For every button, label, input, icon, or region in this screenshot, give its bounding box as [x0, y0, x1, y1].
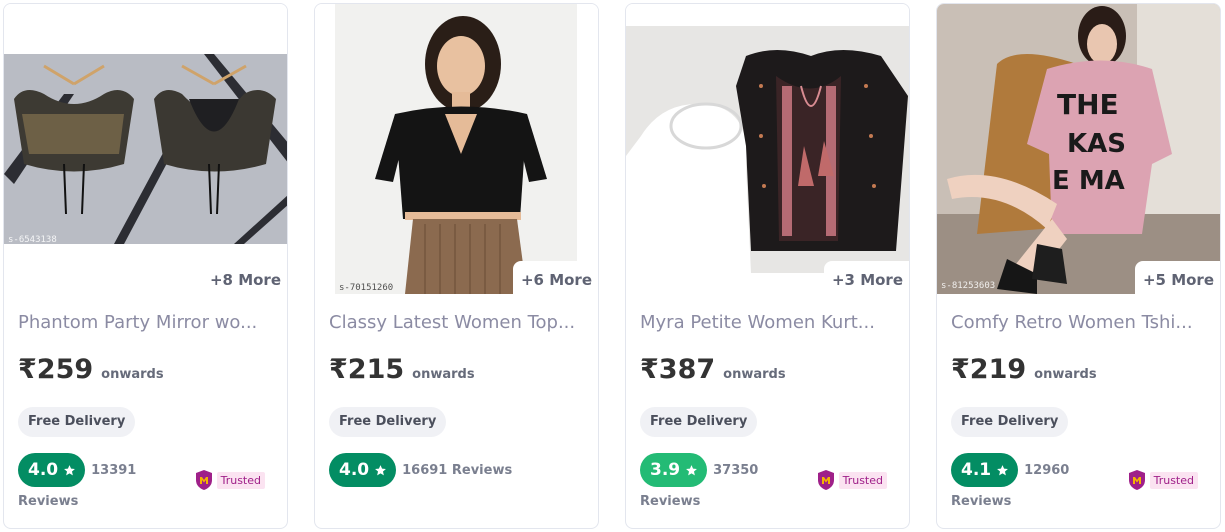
product-title[interactable]: Comfy Retro Women Tshi...: [951, 312, 1209, 333]
reviews-label: Reviews: [18, 494, 79, 509]
rating-badge: 4.0: [18, 453, 86, 487]
review-count: 12960: [1024, 462, 1070, 478]
price-row: ₹219 onwards: [951, 354, 1097, 385]
product-card[interactable]: s-49340999 +3 More Myra Petite Women Kur…: [625, 3, 910, 529]
product-title[interactable]: Myra Petite Women Kurt...: [640, 312, 898, 333]
price-row: ₹215 onwards: [329, 354, 475, 385]
svg-text:E MA: E MA: [1052, 166, 1125, 196]
review-count: 37350: [713, 462, 759, 478]
product-image[interactable]: [4, 54, 287, 244]
product-card[interactable]: s-70151260 +6 More Classy Latest Women T…: [314, 3, 599, 529]
price-row: ₹259 onwards: [18, 354, 164, 385]
price-row: ₹387 onwards: [640, 354, 786, 385]
more-variants-badge[interactable]: +5 More: [1134, 261, 1220, 297]
reviews-label: Reviews: [640, 494, 701, 509]
product-sku: s-81253603: [941, 281, 996, 291]
star-icon: [686, 464, 698, 475]
review-count: 16691 Reviews: [402, 462, 513, 478]
more-variants-badge[interactable]: +3 More: [823, 261, 909, 297]
free-delivery-badge: Free Delivery: [18, 407, 136, 437]
trusted-label: Trusted: [1149, 471, 1198, 489]
price-onwards-label: onwards: [723, 367, 786, 382]
product-title[interactable]: Phantom Party Mirror wo...: [18, 312, 276, 333]
svg-text:KAS: KAS: [1067, 129, 1126, 159]
rating-value: 3.9: [650, 460, 681, 480]
price-onwards-label: onwards: [412, 367, 475, 382]
trusted-label: Trusted: [216, 471, 265, 489]
more-variants-badge[interactable]: +8 More: [201, 261, 287, 297]
review-count: 13391: [91, 462, 137, 478]
rating-row: 3.9 37350: [640, 453, 758, 487]
product-price: ₹387: [640, 354, 716, 385]
price-onwards-label: onwards: [101, 367, 164, 382]
trusted-shield-icon: [817, 470, 834, 490]
price-onwards-label: onwards: [1034, 367, 1097, 382]
star-icon: [64, 464, 76, 475]
trusted-badge: Trusted: [1127, 469, 1198, 491]
rating-badge: 3.9: [640, 453, 708, 487]
trusted-shield-icon: [1128, 470, 1145, 490]
rating-row: 4.0 16691 Reviews: [329, 453, 512, 487]
free-delivery-badge: Free Delivery: [951, 407, 1069, 437]
rating-value: 4.0: [339, 460, 370, 480]
rating-row: 4.0 13391: [18, 453, 136, 487]
trusted-badge: Trusted: [816, 469, 887, 491]
free-delivery-badge: Free Delivery: [329, 407, 447, 437]
trusted-label: Trusted: [838, 471, 887, 489]
product-image[interactable]: THE KAS E MA: [937, 4, 1220, 294]
product-card[interactable]: s-6543138 +8 More Phantom Party Mirror w…: [3, 3, 288, 529]
product-image-area[interactable]: s-70151260: [315, 4, 598, 294]
rating-badge: 4.1: [951, 453, 1019, 487]
more-variants-badge[interactable]: +6 More: [512, 261, 598, 297]
rating-value: 4.1: [961, 460, 992, 480]
product-card[interactable]: THE KAS E MA s-81253603 +5 More Comfy Re…: [936, 3, 1221, 529]
star-icon: [375, 464, 387, 475]
product-image-area[interactable]: s-6543138: [4, 4, 287, 294]
product-price: ₹259: [18, 354, 94, 385]
star-icon: [997, 464, 1009, 475]
product-price: ₹215: [329, 354, 405, 385]
trusted-shield-icon: [195, 470, 212, 490]
product-image[interactable]: [335, 4, 577, 294]
rating-badge: 4.0: [329, 453, 397, 487]
product-image[interactable]: [626, 26, 909, 273]
svg-text:THE: THE: [1057, 88, 1119, 121]
free-delivery-badge: Free Delivery: [640, 407, 758, 437]
trusted-badge: Trusted: [194, 469, 265, 491]
reviews-label: Reviews: [951, 494, 1012, 509]
product-price: ₹219: [951, 354, 1027, 385]
product-sku: s-70151260: [339, 283, 394, 293]
product-image-area[interactable]: THE KAS E MA s-81253603: [937, 4, 1220, 294]
product-sku: s-6543138: [8, 235, 57, 245]
rating-value: 4.0: [28, 460, 59, 480]
rating-row: 4.1 12960: [951, 453, 1069, 487]
product-title[interactable]: Classy Latest Women Top...: [329, 312, 587, 333]
product-image-area[interactable]: s-49340999: [626, 4, 909, 294]
product-sku: s-49340999: [630, 260, 685, 270]
